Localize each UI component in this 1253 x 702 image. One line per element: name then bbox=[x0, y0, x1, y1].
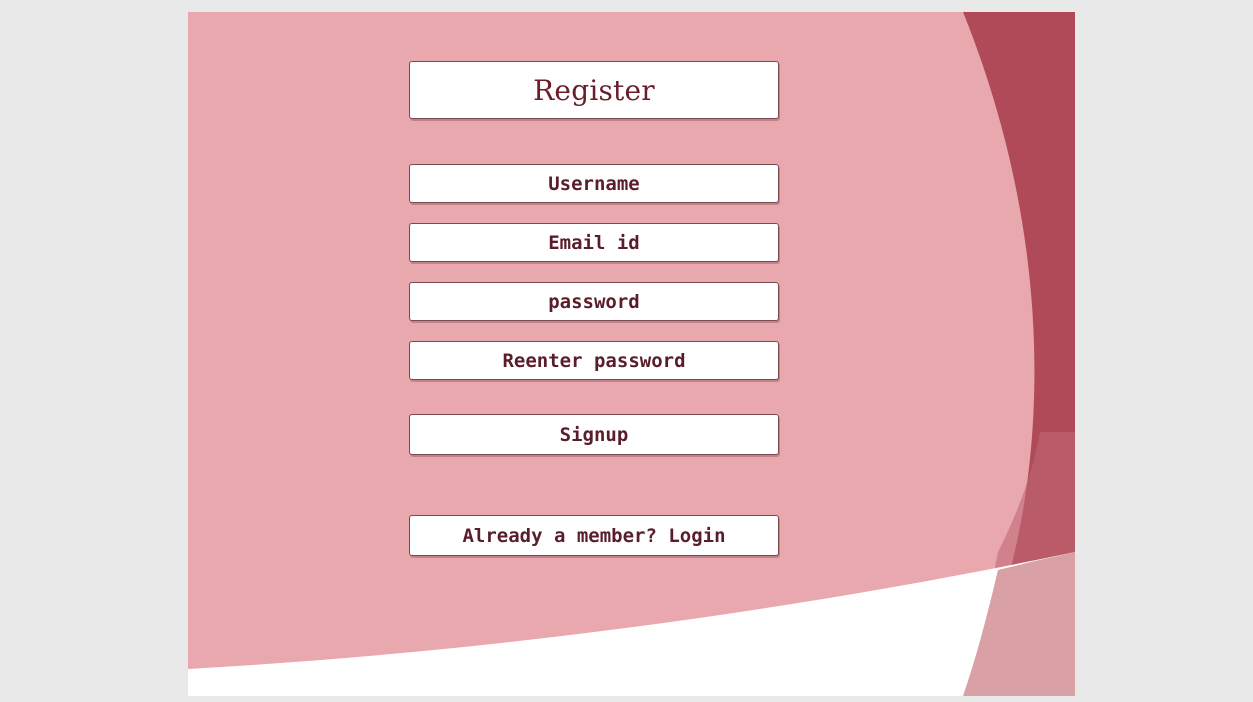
reenter-password-field[interactable]: Reenter password bbox=[409, 341, 779, 380]
username-field[interactable]: Username bbox=[409, 164, 779, 203]
signup-button[interactable]: Signup bbox=[409, 414, 779, 455]
login-link-button[interactable]: Already a member? Login bbox=[409, 515, 779, 556]
page-title: Register bbox=[409, 61, 779, 119]
password-field[interactable]: password bbox=[409, 282, 779, 321]
register-slide: Register Username Email id password Reen… bbox=[188, 12, 1075, 696]
white-swoosh-shape bbox=[188, 552, 1075, 696]
email-field[interactable]: Email id bbox=[409, 223, 779, 262]
